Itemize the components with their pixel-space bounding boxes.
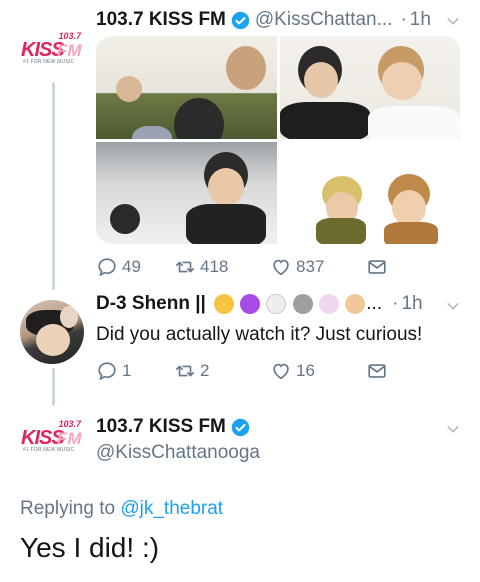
hamster-emoji-icon bbox=[345, 293, 366, 314]
direct-message-icon bbox=[368, 364, 386, 378]
chevron-down-icon[interactable] bbox=[446, 14, 460, 28]
logo-tagline: #1 FOR NEW MUSIC bbox=[23, 447, 75, 453]
name-emojis bbox=[213, 293, 366, 315]
tweet1-separator: · bbox=[400, 9, 407, 30]
tweet1-actions: 49 418 837 bbox=[96, 256, 392, 278]
logo-tagline: #1 FOR NEW MUSIC bbox=[23, 59, 75, 65]
retweet-icon bbox=[175, 261, 195, 273]
crown-emoji-icon bbox=[213, 293, 234, 314]
replying-prefix: Replying to bbox=[20, 498, 116, 519]
reply-button[interactable]: 1 bbox=[96, 360, 174, 382]
reply-icon bbox=[98, 362, 116, 381]
tweet1-media-grid[interactable] bbox=[96, 36, 460, 244]
tweet1-name[interactable]: 103.7 KISS FM bbox=[96, 9, 226, 31]
retweet-count: 418 bbox=[200, 257, 229, 276]
tweet2-time[interactable]: 1h bbox=[401, 293, 422, 315]
koala-emoji-icon bbox=[292, 293, 313, 314]
purple-heart-icon bbox=[240, 293, 261, 314]
kiss-avatar[interactable]: 103.7 KISS FM #1 FOR NEW MUSIC bbox=[20, 408, 84, 472]
tweet1-handle[interactable]: @KissChattan... bbox=[255, 9, 393, 31]
like-count: 16 bbox=[296, 361, 315, 380]
retweet-button[interactable]: 2 bbox=[174, 360, 270, 382]
verified-badge-icon bbox=[231, 11, 250, 29]
tweet2-actions: 1 2 16 bbox=[96, 360, 392, 382]
rabbit-emoji-icon bbox=[266, 293, 287, 314]
media-photo-4[interactable] bbox=[279, 141, 460, 244]
direct-message-icon bbox=[368, 260, 386, 274]
tweet2-name[interactable]: D-3 Shenn || bbox=[96, 293, 206, 315]
like-count: 837 bbox=[296, 257, 325, 276]
heart-icon bbox=[273, 259, 289, 276]
media-photo-1[interactable] bbox=[96, 36, 277, 139]
tweet3-text: Yes I did! :) bbox=[20, 532, 160, 563]
emoji-overflow: ... bbox=[366, 293, 383, 314]
tweet2-header: D-3 Shenn || ... · 1h bbox=[96, 293, 423, 315]
kiss-avatar[interactable]: 103.7 KISS FM #1 FOR NEW MUSIC bbox=[20, 20, 84, 84]
shenn-avatar[interactable] bbox=[20, 300, 84, 364]
reply-button[interactable]: 49 bbox=[96, 256, 174, 278]
heart-icon bbox=[273, 363, 289, 380]
logo-suffix: FM bbox=[57, 429, 82, 448]
reply-icon bbox=[98, 258, 116, 277]
kiss-logo: 103.7 KISS FM #1 FOR NEW MUSIC bbox=[21, 419, 83, 455]
verified-badge-icon bbox=[231, 418, 250, 436]
tweet1-header: 103.7 KISS FM @KissChattan... · 1h bbox=[96, 9, 431, 31]
tweet1-time[interactable]: 1h bbox=[410, 9, 431, 31]
chevron-down-icon[interactable] bbox=[446, 422, 460, 436]
retweet-button[interactable]: 418 bbox=[174, 256, 270, 278]
reply-count: 1 bbox=[122, 361, 132, 380]
media-photo-3[interactable] bbox=[96, 141, 277, 244]
retweet-count: 2 bbox=[200, 361, 210, 380]
tweet2-text: Did you actually watch it? Just curious! bbox=[96, 324, 423, 345]
retweet-icon bbox=[175, 365, 195, 377]
tweet3-name[interactable]: 103.7 KISS FM bbox=[96, 416, 226, 438]
logo-suffix: FM bbox=[57, 41, 82, 60]
tweet3-handle[interactable]: @KissChattanooga bbox=[96, 442, 260, 464]
tweet2-separator: · bbox=[392, 293, 399, 314]
thread-line-2 bbox=[52, 368, 55, 406]
mention-link[interactable]: @jk_thebrat bbox=[120, 498, 223, 519]
like-button[interactable]: 837 bbox=[270, 256, 366, 278]
replying-to-line: Replying to @jk_thebrat bbox=[20, 498, 223, 520]
dm-button[interactable] bbox=[366, 256, 392, 278]
media-photo-2[interactable] bbox=[279, 36, 460, 139]
reply-count: 49 bbox=[122, 257, 141, 276]
chevron-down-icon[interactable] bbox=[446, 299, 460, 313]
dm-button[interactable] bbox=[366, 360, 392, 382]
like-button[interactable]: 16 bbox=[270, 360, 366, 382]
thread-line-1 bbox=[52, 82, 55, 290]
tweet3-handle-row: @KissChattanooga bbox=[96, 442, 260, 464]
tweet3-name-row: 103.7 KISS FM bbox=[96, 416, 255, 438]
unicorn-emoji-icon bbox=[319, 293, 339, 314]
kiss-logo: 103.7 KISS FM #1 FOR NEW MUSIC bbox=[21, 31, 83, 67]
